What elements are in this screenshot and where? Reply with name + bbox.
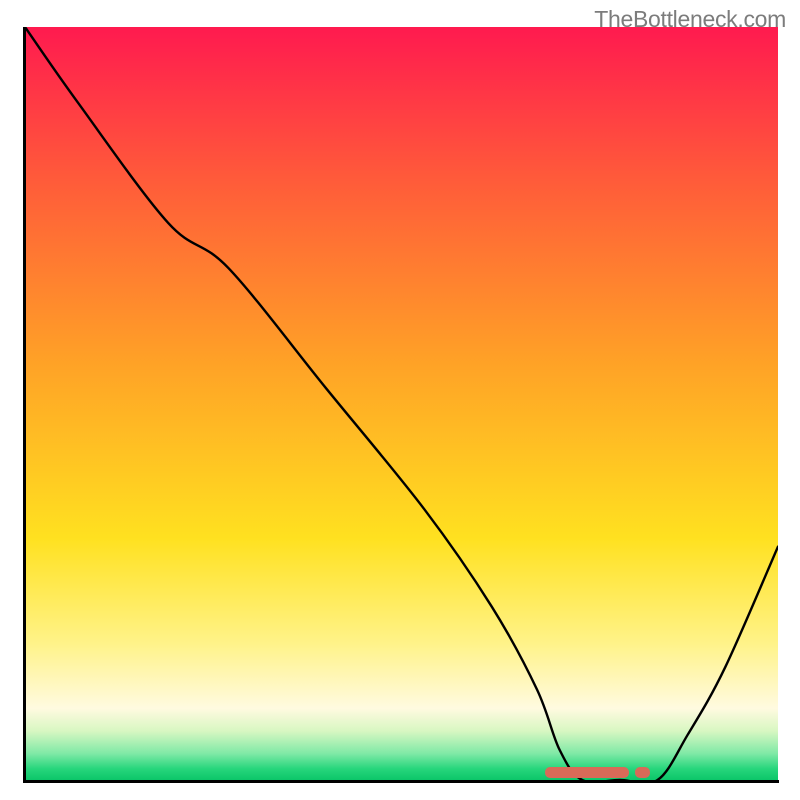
marker-segment-main bbox=[545, 767, 629, 778]
gradient-rect bbox=[25, 27, 778, 780]
marker-segment-dash bbox=[635, 767, 650, 778]
plot-area bbox=[25, 27, 778, 780]
chart-container: TheBottleneck.com bbox=[0, 0, 800, 800]
watermark-text: TheBottleneck.com bbox=[594, 6, 786, 33]
plot-svg bbox=[25, 27, 778, 780]
optimal-range-marker bbox=[545, 767, 650, 778]
